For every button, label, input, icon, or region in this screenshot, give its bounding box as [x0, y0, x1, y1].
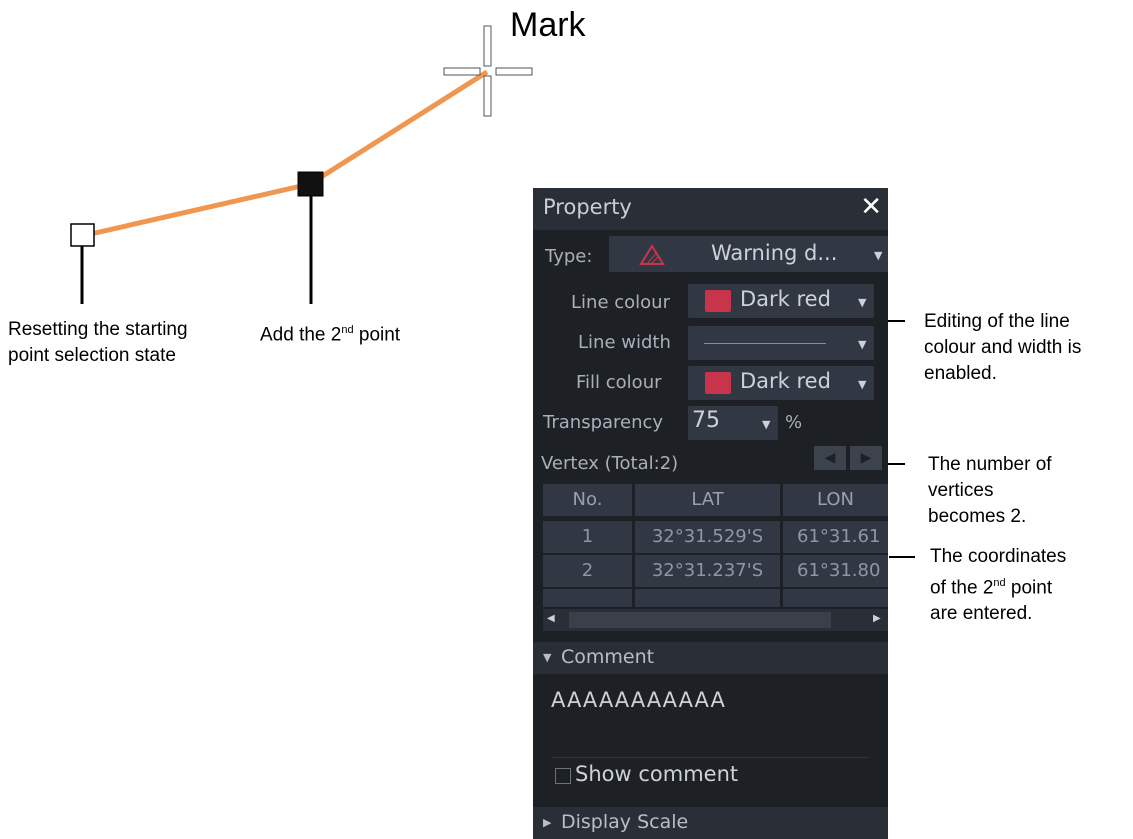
comment-text[interactable]: AAAAAAAAAAA	[551, 688, 726, 712]
type-label: Type:	[545, 246, 593, 267]
route-segment-2	[308, 69, 489, 187]
line-colour-value: Dark red	[740, 287, 831, 311]
fill-colour-dropdown[interactable]: Dark red ▼	[688, 366, 874, 400]
second-point-marker	[297, 171, 324, 197]
transparency-label: Transparency	[543, 412, 664, 433]
chevron-down-icon: ▼	[762, 418, 771, 431]
row-3-lon[interactable]	[783, 589, 888, 607]
annotation-start-point-line1: Resetting the starting	[8, 319, 188, 340]
mark-label: Mark	[510, 6, 586, 44]
fill-colour-label: Fill colour	[576, 372, 662, 393]
divider	[551, 757, 869, 758]
chevron-down-icon: ▼	[858, 296, 867, 309]
start-point-marker	[70, 223, 95, 247]
annotation-line-edit: Editing of the line colour and width is …	[924, 311, 1082, 384]
annotation-start-point-line2: point selection state	[8, 345, 176, 366]
route-segment-1	[81, 181, 311, 239]
fill-colour-value: Dark red	[740, 369, 831, 393]
row-1-no[interactable]: 1	[543, 521, 632, 553]
prev-vertex-button[interactable]: ◀	[814, 446, 846, 470]
annotation-coordinates: The coordinates of the 2nd point are ent…	[930, 546, 1067, 625]
row-2-lon[interactable]: 61°31.80	[783, 555, 888, 587]
chevron-down-icon: ▼	[858, 338, 867, 351]
comment-section-title: Comment	[561, 646, 655, 668]
type-value: Warning d...	[711, 241, 838, 265]
transparency-dropdown[interactable]: 75 ▼	[688, 406, 778, 440]
panel-title: Property	[543, 195, 632, 219]
row-1-lon[interactable]: 61°31.61	[783, 521, 888, 553]
header-no[interactable]: No.	[543, 484, 632, 516]
scroll-thumb[interactable]	[569, 612, 831, 628]
panel-header: Property ✕	[533, 188, 888, 230]
line-colour-dropdown[interactable]: Dark red ▼	[688, 284, 874, 318]
next-vertex-button[interactable]: ▶	[850, 446, 882, 470]
warning-area-icon	[639, 244, 665, 265]
scroll-right-icon[interactable]: ▶	[873, 613, 881, 624]
chevron-down-icon: ▼	[543, 651, 552, 664]
comment-section-header[interactable]: ▼ Comment	[533, 642, 888, 674]
chevron-right-icon: ▶	[543, 816, 552, 829]
vertex-count-label: Vertex (Total:2)	[541, 453, 679, 474]
property-panel: Property ✕ Type: Warning d... ▼ Line col…	[533, 188, 888, 839]
line-width-sample	[704, 343, 826, 344]
row-2-no[interactable]: 2	[543, 555, 632, 587]
row-1-lat[interactable]: 32°31.529'S	[635, 521, 780, 553]
header-lat[interactable]: LAT	[635, 484, 780, 516]
transparency-value: 75	[692, 408, 720, 433]
scroll-left-icon[interactable]: ◀	[547, 613, 555, 624]
annotation-start-point: Resetting the starting point selection s…	[8, 317, 188, 369]
fill-colour-swatch	[705, 372, 731, 394]
chevron-down-icon: ▼	[874, 249, 883, 262]
line-colour-label: Line colour	[571, 292, 670, 313]
row-2-lat[interactable]: 32°31.237'S	[635, 555, 780, 587]
annotation-second-point: Add the 2nd point	[260, 324, 401, 346]
display-scale-title: Display Scale	[561, 811, 689, 833]
display-scale-section-header[interactable]: ▶ Display Scale	[533, 807, 888, 839]
close-icon[interactable]: ✕	[860, 192, 882, 222]
chevron-down-icon: ▼	[858, 378, 867, 391]
annotation-vertices: The number of vertices becomes 2.	[928, 454, 1052, 527]
horizontal-scrollbar[interactable]: ◀ ▶	[543, 609, 888, 631]
line-colour-swatch	[705, 290, 731, 312]
type-dropdown[interactable]: Warning d... ▼	[609, 236, 888, 272]
header-lon[interactable]: LON	[783, 484, 888, 516]
row-3-no[interactable]	[543, 589, 632, 607]
show-comment-checkbox[interactable]	[555, 768, 571, 784]
line-width-label: Line width	[578, 332, 671, 353]
row-3-lat[interactable]	[635, 589, 780, 607]
line-width-dropdown[interactable]: ▼	[688, 326, 874, 360]
show-comment-label: Show comment	[575, 762, 739, 786]
transparency-unit: %	[785, 412, 803, 433]
